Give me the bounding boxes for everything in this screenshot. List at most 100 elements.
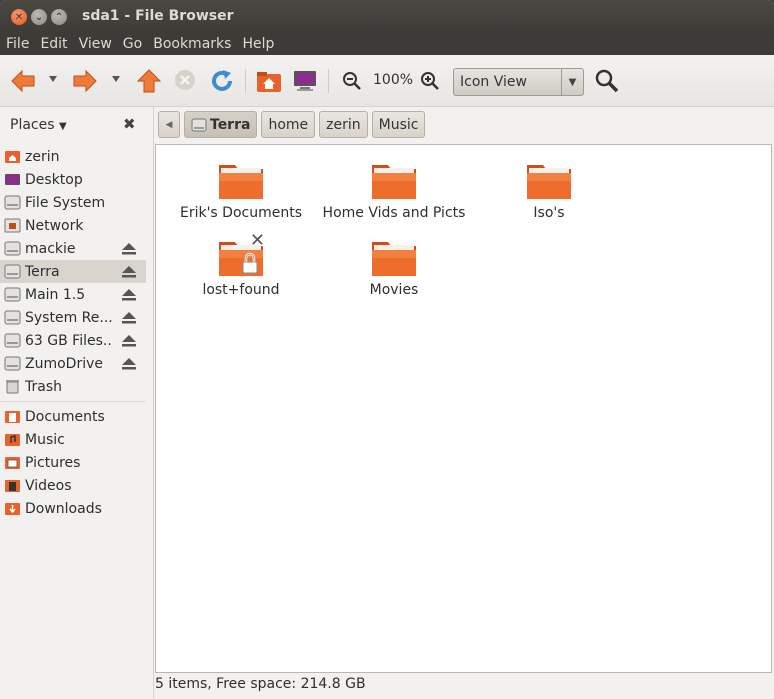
chevron-down-icon xyxy=(112,76,120,82)
sidebar-item-label: Main 1.5 xyxy=(25,286,86,303)
forward-button[interactable] xyxy=(72,68,98,94)
eject-icon[interactable] xyxy=(121,310,137,325)
folder-icon xyxy=(370,238,418,278)
folder-icon xyxy=(525,161,573,201)
sidebar-item-zumodrive[interactable]: ZumoDrive xyxy=(0,352,146,375)
minimize-window-button[interactable]: ⌄ xyxy=(31,9,47,25)
sidebar-item-label: Trash xyxy=(25,378,62,395)
drive-icon xyxy=(191,118,207,131)
drive-icon xyxy=(4,264,21,279)
desktop-icon xyxy=(4,172,21,187)
crumb-music[interactable]: Music xyxy=(371,111,426,138)
crumb-home[interactable]: home xyxy=(261,111,316,138)
eject-icon[interactable] xyxy=(121,264,137,279)
home-folder-icon xyxy=(4,149,21,164)
eject-icon[interactable] xyxy=(121,356,137,371)
sidebar-item-terra[interactable]: Terra xyxy=(0,260,146,283)
videos-folder-icon xyxy=(4,478,21,493)
sidebar-item-label: Music xyxy=(25,431,65,448)
sidebar-item-pictures[interactable]: Pictures xyxy=(0,451,146,474)
zoom-in-icon xyxy=(421,72,439,90)
forward-history-dropdown[interactable] xyxy=(111,75,121,83)
close-icon: ✖ xyxy=(123,115,136,133)
sidebar-item-music[interactable]: Music xyxy=(0,428,146,451)
sidebar-item-documents[interactable]: Documents xyxy=(0,405,146,428)
sidebar-splitter[interactable] xyxy=(148,107,154,699)
drive-icon xyxy=(4,241,21,256)
music-folder-icon xyxy=(4,432,21,447)
stop-button[interactable] xyxy=(173,68,197,92)
drive-icon xyxy=(4,287,21,302)
file-browser-window: ✕ ⌄ ⌃ sda1 - File Browser File Edit View… xyxy=(0,0,774,699)
sidebar-item-63-gb-files[interactable]: 63 GB Files... xyxy=(0,329,146,352)
search-icon xyxy=(595,69,619,93)
reload-button[interactable] xyxy=(209,68,235,94)
zoom-out-button[interactable] xyxy=(342,71,362,91)
file-view[interactable]: Erik's Documents Home Vids and Picts Iso's… xyxy=(155,144,772,673)
view-mode-select[interactable]: Icon View ▼ xyxy=(453,68,584,96)
up-button[interactable] xyxy=(136,68,162,94)
menu-go[interactable]: Go xyxy=(123,36,142,52)
chevron-left-icon: ◀ xyxy=(165,119,173,130)
close-sidebar-button[interactable]: ✖ xyxy=(123,115,136,133)
menu-file[interactable]: File xyxy=(6,36,29,52)
crumb-terra[interactable]: Terra xyxy=(184,111,258,138)
toolbar-separator xyxy=(328,69,329,93)
minimize-icon: ⌄ xyxy=(34,11,44,23)
folder-name: Home Vids and Picts xyxy=(322,205,466,221)
title-bar: ✕ ⌄ ⌃ sda1 - File Browser xyxy=(0,0,774,33)
sidebar-item-mackie[interactable]: mackie xyxy=(0,237,146,260)
zoom-in-button[interactable] xyxy=(420,71,440,91)
drive-icon xyxy=(4,195,21,210)
search-button[interactable] xyxy=(595,69,619,93)
sidebar-item-label: Terra xyxy=(25,263,60,280)
sidebar-item-desktop[interactable]: Desktop xyxy=(0,168,146,191)
sidebar-item-downloads[interactable]: Downloads xyxy=(0,497,146,520)
sidebar-item-zerin[interactable]: zerin xyxy=(0,145,146,168)
drive-icon xyxy=(4,310,21,325)
close-window-button[interactable]: ✕ xyxy=(11,9,27,25)
menu-edit[interactable]: Edit xyxy=(40,36,67,52)
crumb-label: zerin xyxy=(326,116,361,133)
sidebar-item-videos[interactable]: Videos xyxy=(0,474,146,497)
computer-button[interactable] xyxy=(292,68,318,94)
sidebar-item-trash[interactable]: Trash xyxy=(0,375,146,398)
eject-icon[interactable] xyxy=(121,241,137,256)
zoom-level: 100% xyxy=(373,72,414,88)
folder-item[interactable]: Erik's Documents xyxy=(166,161,316,221)
no-write-emblem-icon: ✕ xyxy=(249,230,265,251)
drive-icon xyxy=(4,356,21,371)
sidebar-item-main-1-5[interactable]: Main 1.5 xyxy=(0,283,146,306)
locked-folder-icon: ✕ xyxy=(217,230,265,278)
folder-item[interactable]: Home Vids and Picts xyxy=(319,161,469,221)
path-scroll-left-button[interactable]: ◀ xyxy=(158,111,180,138)
places-label: Places xyxy=(10,117,55,133)
sidebar-item-label: zerin xyxy=(25,148,60,165)
back-history-dropdown[interactable] xyxy=(48,75,58,83)
trash-icon xyxy=(4,379,21,394)
sidebar-item-label: Pictures xyxy=(25,454,81,471)
documents-folder-icon xyxy=(4,409,21,424)
status-bar: 5 items, Free space: 214.8 GB xyxy=(155,676,366,692)
back-button[interactable] xyxy=(10,68,36,94)
folder-item[interactable]: Iso's xyxy=(474,161,624,221)
home-button[interactable] xyxy=(256,68,282,94)
crumb-zerin[interactable]: zerin xyxy=(319,111,368,138)
eject-icon[interactable] xyxy=(121,333,137,348)
eject-icon[interactable] xyxy=(121,287,137,302)
menu-bookmarks[interactable]: Bookmarks xyxy=(153,36,231,52)
sidebar-item-label: Network xyxy=(25,217,84,234)
folder-item[interactable]: ✕ lost+found xyxy=(166,230,316,298)
places-dropdown[interactable]: Places ▼ xyxy=(10,117,67,133)
sidebar-item-file-system[interactable]: File System xyxy=(0,191,146,214)
stop-icon xyxy=(175,70,195,90)
menu-view[interactable]: View xyxy=(79,36,112,52)
sidebar-item-system-re[interactable]: System Re... xyxy=(0,306,146,329)
menu-help[interactable]: Help xyxy=(242,36,274,52)
dropdown-arrow-icon: ▼ xyxy=(561,69,583,95)
sidebar: Places ▼ ✖ zerin Desktop File System Networ… xyxy=(0,107,148,699)
sidebar-item-network[interactable]: Network xyxy=(0,214,146,237)
folder-item[interactable]: Movies xyxy=(319,238,469,298)
forward-arrow-icon xyxy=(73,69,97,93)
maximize-window-button[interactable]: ⌃ xyxy=(51,9,67,25)
